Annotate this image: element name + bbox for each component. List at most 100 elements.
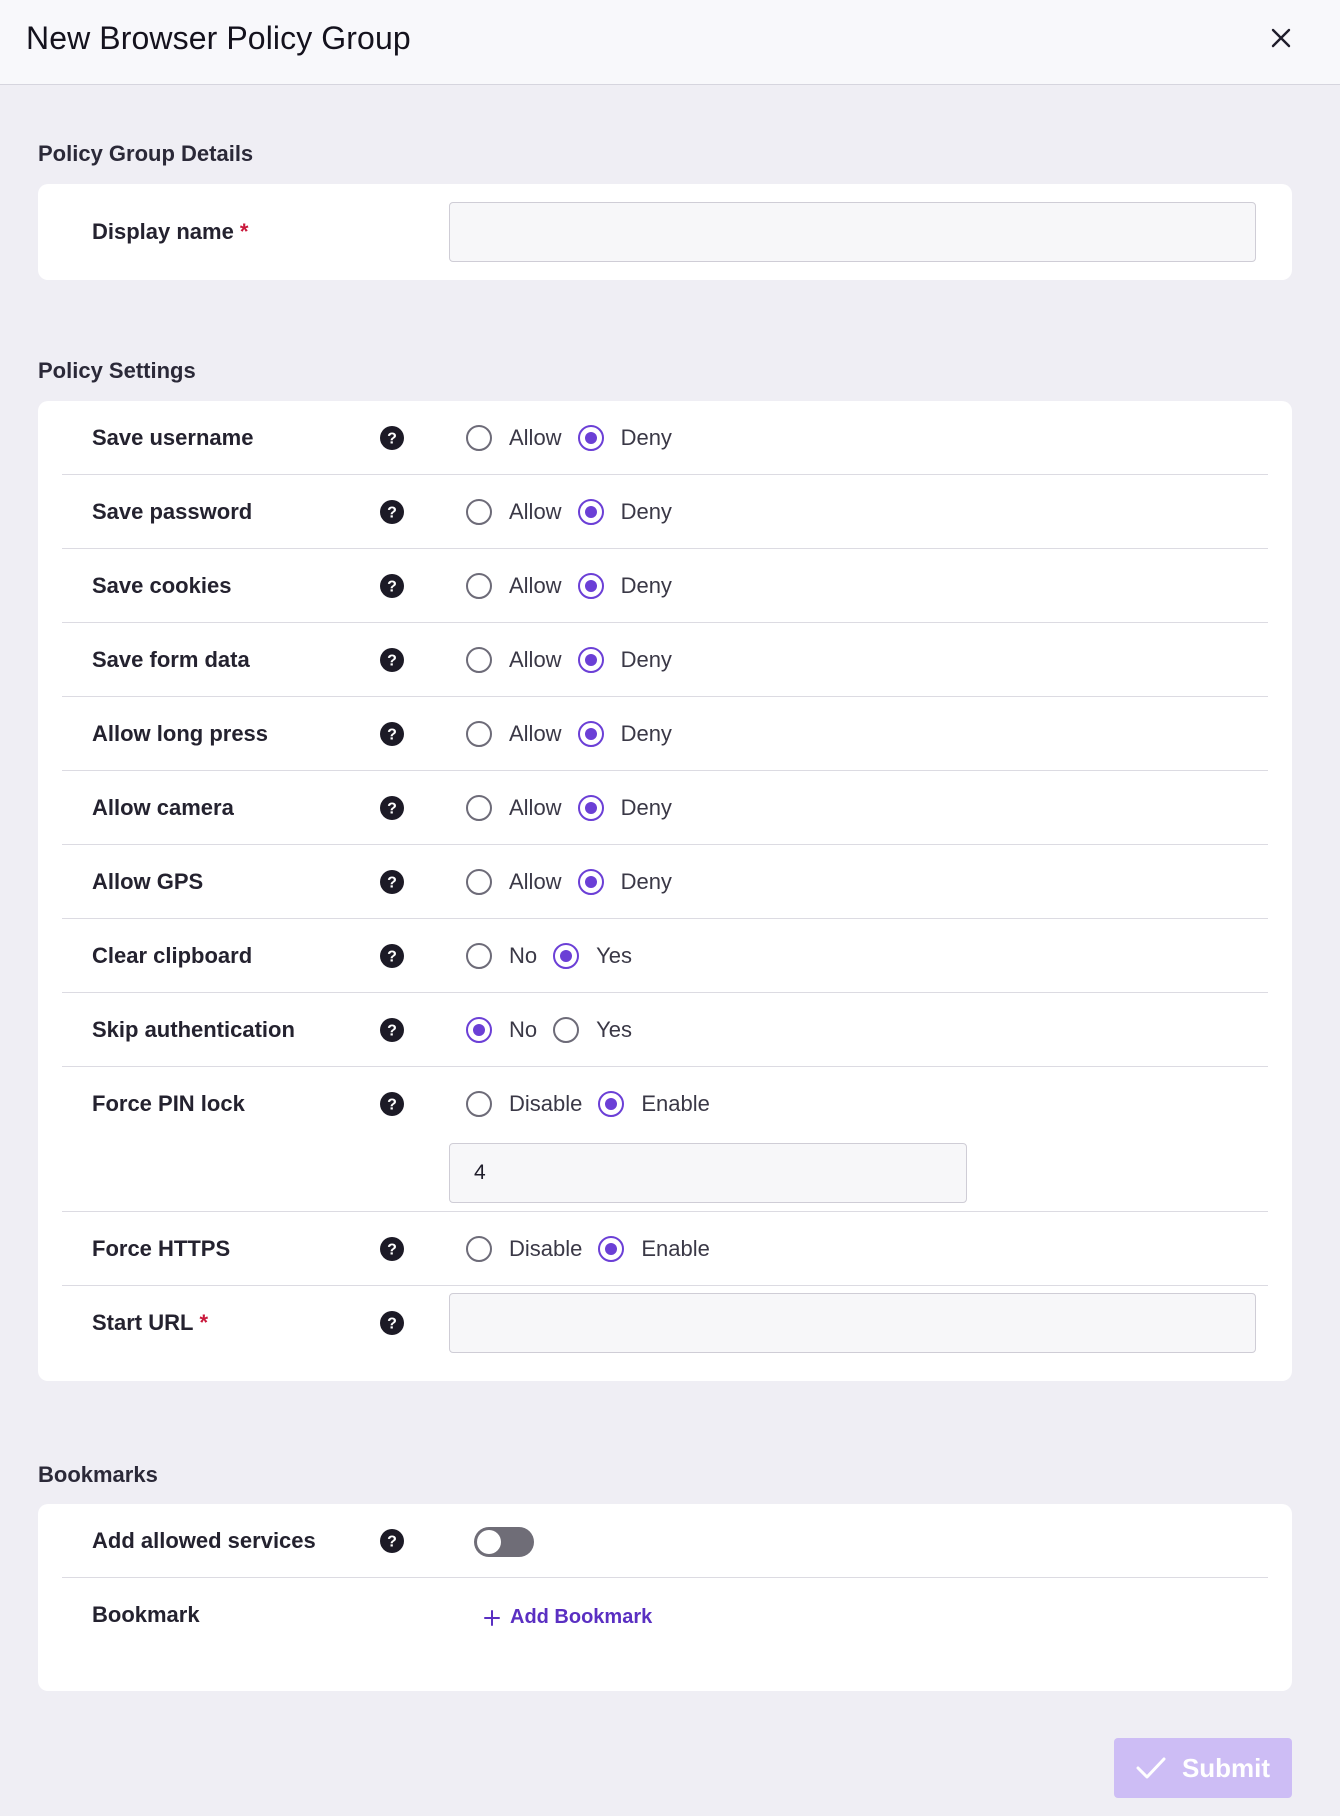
row-skip-authentication: Skip authentication ? No Yes — [62, 993, 1268, 1067]
row-force-https: Force HTTPS ? Disable Enable — [62, 1212, 1268, 1286]
save-username-label: Save username — [92, 425, 254, 450]
radio-group-save-form-data: Allow Deny — [466, 623, 688, 697]
svg-text:?: ? — [387, 801, 397, 818]
svg-text:?: ? — [387, 431, 397, 448]
allow-long-press-label: Allow long press — [92, 721, 269, 746]
svg-text:?: ? — [387, 1023, 397, 1040]
radio-allow-gps-deny[interactable]: Deny — [577, 869, 672, 895]
section-title-settings: Policy Settings — [38, 358, 196, 383]
save-form-data-label: Save form data — [92, 647, 250, 672]
help-icon[interactable]: ? — [380, 870, 404, 894]
help-icon[interactable]: ? — [380, 574, 404, 598]
radio-group-skip-authentication: No Yes — [466, 993, 648, 1067]
help-icon[interactable]: ? — [380, 1237, 404, 1261]
help-icon[interactable]: ? — [380, 1311, 404, 1335]
radio-group-allow-camera: Allow Deny — [466, 771, 688, 845]
help-icon[interactable]: ? — [380, 648, 404, 672]
section-title-bookmarks: Bookmarks — [38, 1462, 158, 1487]
help-icon[interactable]: ? — [380, 1529, 404, 1553]
svg-text:?: ? — [387, 505, 397, 522]
plus-icon — [484, 1609, 500, 1626]
radio-group-force-pin-lock: Disable Enable — [466, 1067, 726, 1141]
row-save-username: Save username ? Allow Deny — [62, 401, 1268, 475]
svg-text:?: ? — [387, 875, 397, 892]
help-icon[interactable]: ? — [380, 1018, 404, 1042]
start-url-label: Start URL * — [92, 1310, 209, 1335]
row-allow-camera: Allow camera ? Allow Deny — [62, 771, 1268, 845]
radio-force-https-disable[interactable]: Disable — [466, 1236, 582, 1262]
row-save-form-data: Save form data ? Allow Deny — [62, 623, 1268, 697]
row-bookmark: Bookmark Add Bookmark — [62, 1578, 1268, 1652]
help-icon[interactable]: ? — [380, 722, 404, 746]
required-mark: * — [239, 219, 249, 244]
radio-skip-authentication-yes[interactable]: Yes — [553, 1017, 632, 1043]
svg-text:?: ? — [387, 1534, 397, 1551]
radio-clear-clipboard-yes[interactable]: Yes — [553, 943, 632, 969]
allow-gps-label: Allow GPS — [92, 869, 204, 894]
svg-text:?: ? — [387, 1316, 397, 1333]
radio-save-form-data-deny[interactable]: Deny — [577, 647, 672, 673]
radio-force-pin-lock-enable[interactable]: Enable — [598, 1091, 710, 1117]
row-add-allowed-services: Add allowed services ? — [62, 1504, 1268, 1578]
add-allowed-services-toggle[interactable] — [474, 1527, 534, 1557]
radio-group-save-username: Allow Deny — [466, 401, 688, 475]
radio-group-allow-long-press: Allow Deny — [466, 697, 688, 771]
force-pin-lock-label: Force PIN lock — [92, 1091, 245, 1116]
submit-button[interactable]: Submit — [1114, 1738, 1292, 1798]
radio-save-password-allow[interactable]: Allow — [466, 499, 562, 525]
svg-text:?: ? — [387, 949, 397, 966]
radio-force-https-enable[interactable]: Enable — [598, 1236, 710, 1262]
bookmark-label: Bookmark — [92, 1602, 200, 1627]
radio-force-pin-lock-disable[interactable]: Disable — [466, 1091, 582, 1117]
start-url-input[interactable] — [449, 1293, 1256, 1353]
svg-text:?: ? — [387, 727, 397, 744]
radio-allow-camera-allow[interactable]: Allow — [466, 795, 562, 821]
radio-allow-long-press-allow[interactable]: Allow — [466, 721, 562, 747]
force-https-label: Force HTTPS — [92, 1236, 231, 1261]
row-force-pin-lock: Force PIN lock ? Disable Enable — [62, 1067, 1268, 1212]
display-name-input[interactable] — [449, 202, 1256, 262]
radio-allow-long-press-deny[interactable]: Deny — [577, 721, 672, 747]
radio-group-save-cookies: Allow Deny — [466, 549, 688, 623]
display-name-label: Display name * — [92, 219, 249, 244]
svg-text:?: ? — [387, 579, 397, 596]
radio-save-cookies-allow[interactable]: Allow — [466, 573, 562, 599]
radio-clear-clipboard-no[interactable]: No — [466, 943, 537, 969]
card-details: Display name * — [38, 184, 1292, 280]
radio-save-cookies-deny[interactable]: Deny — [577, 573, 672, 599]
section-title-details: Policy Group Details — [38, 141, 254, 166]
help-icon[interactable]: ? — [380, 796, 404, 820]
radio-group-clear-clipboard: No Yes — [466, 919, 648, 993]
card-bookmarks: Add allowed services ? Bookmark Add Book… — [38, 1504, 1292, 1691]
row-clear-clipboard: Clear clipboard ? No Yes — [62, 919, 1268, 993]
help-icon[interactable]: ? — [380, 426, 404, 450]
help-icon[interactable]: ? — [380, 944, 404, 968]
save-cookies-label: Save cookies — [92, 573, 232, 598]
radio-skip-authentication-no[interactable]: No — [466, 1017, 537, 1043]
dialog-header: New Browser Policy Group — [0, 0, 1340, 85]
allow-camera-label: Allow camera — [92, 795, 234, 820]
radio-group-save-password: Allow Deny — [466, 475, 688, 549]
radio-save-form-data-allow[interactable]: Allow — [466, 647, 562, 673]
radio-save-password-deny[interactable]: Deny — [577, 499, 672, 525]
close-button[interactable] — [1265, 22, 1297, 54]
clear-clipboard-label: Clear clipboard — [92, 943, 253, 968]
row-save-password: Save password ? Allow Deny — [62, 475, 1268, 549]
radio-group-allow-gps: Allow Deny — [466, 845, 688, 919]
radio-save-username-deny[interactable]: Deny — [577, 425, 672, 451]
help-icon[interactable]: ? — [380, 500, 404, 524]
row-allow-gps: Allow GPS ? Allow Deny — [62, 845, 1268, 919]
help-icon[interactable]: ? — [380, 1092, 404, 1116]
row-save-cookies: Save cookies ? Allow Deny — [62, 549, 1268, 623]
radio-save-username-allow[interactable]: Allow — [466, 425, 562, 451]
add-bookmark-button[interactable]: Add Bookmark — [484, 1606, 652, 1629]
close-icon — [1271, 28, 1291, 48]
add-allowed-services-label: Add allowed services — [92, 1528, 316, 1553]
svg-text:?: ? — [387, 653, 397, 670]
pin-length-input[interactable] — [449, 1143, 967, 1203]
radio-allow-gps-allow[interactable]: Allow — [466, 869, 562, 895]
svg-text:?: ? — [387, 1242, 397, 1259]
radio-group-force-https: Disable Enable — [466, 1212, 726, 1286]
radio-allow-camera-deny[interactable]: Deny — [577, 795, 672, 821]
row-display-name: Display name * — [62, 195, 1268, 269]
